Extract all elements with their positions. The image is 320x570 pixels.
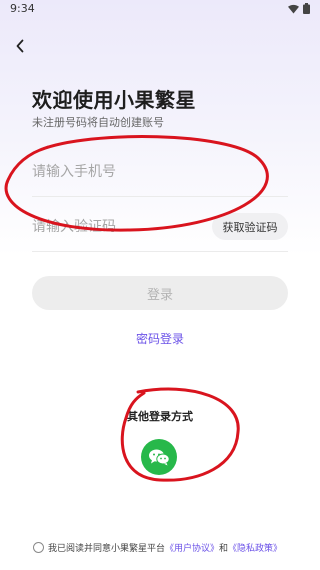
code-divider — [32, 251, 288, 252]
status-icons — [288, 3, 310, 14]
agreement-text: 我已阅读并同意小果繁星平台《用户协议》和《隐私政策》 — [48, 541, 282, 554]
page-subtitle: 未注册号码将自动创建账号 — [32, 116, 164, 129]
battery-icon — [303, 3, 310, 14]
wechat-icon — [149, 449, 170, 466]
agreement-and: 和 — [219, 544, 229, 554]
other-login-label: 其他登录方式 — [127, 410, 193, 423]
get-code-button[interactable]: 获取验证码 — [212, 213, 288, 240]
wechat-login-button[interactable] — [141, 439, 177, 475]
wifi-icon — [288, 4, 299, 13]
verification-code-input[interactable] — [32, 212, 202, 242]
agreement-checkbox[interactable] — [33, 542, 44, 553]
agreement-prefix: 我已阅读并同意小果繁星平台 — [48, 544, 166, 554]
status-bar: 9:34 — [0, 0, 320, 18]
page-title: 欢迎使用小果繁星 — [32, 88, 196, 112]
chevron-left-icon — [16, 39, 24, 53]
user-agreement-link[interactable]: 《用户协议》 — [165, 544, 219, 554]
phone-divider — [32, 196, 288, 197]
status-time: 9:34 — [10, 2, 35, 15]
privacy-policy-link[interactable]: 《隐私政策》 — [228, 544, 282, 554]
phone-input[interactable] — [32, 157, 288, 187]
password-login-link[interactable]: 密码登录 — [0, 330, 320, 347]
login-button[interactable]: 登录 — [32, 276, 288, 310]
annotation-ellipse-wechat — [120, 387, 240, 482]
back-button[interactable] — [10, 36, 30, 56]
